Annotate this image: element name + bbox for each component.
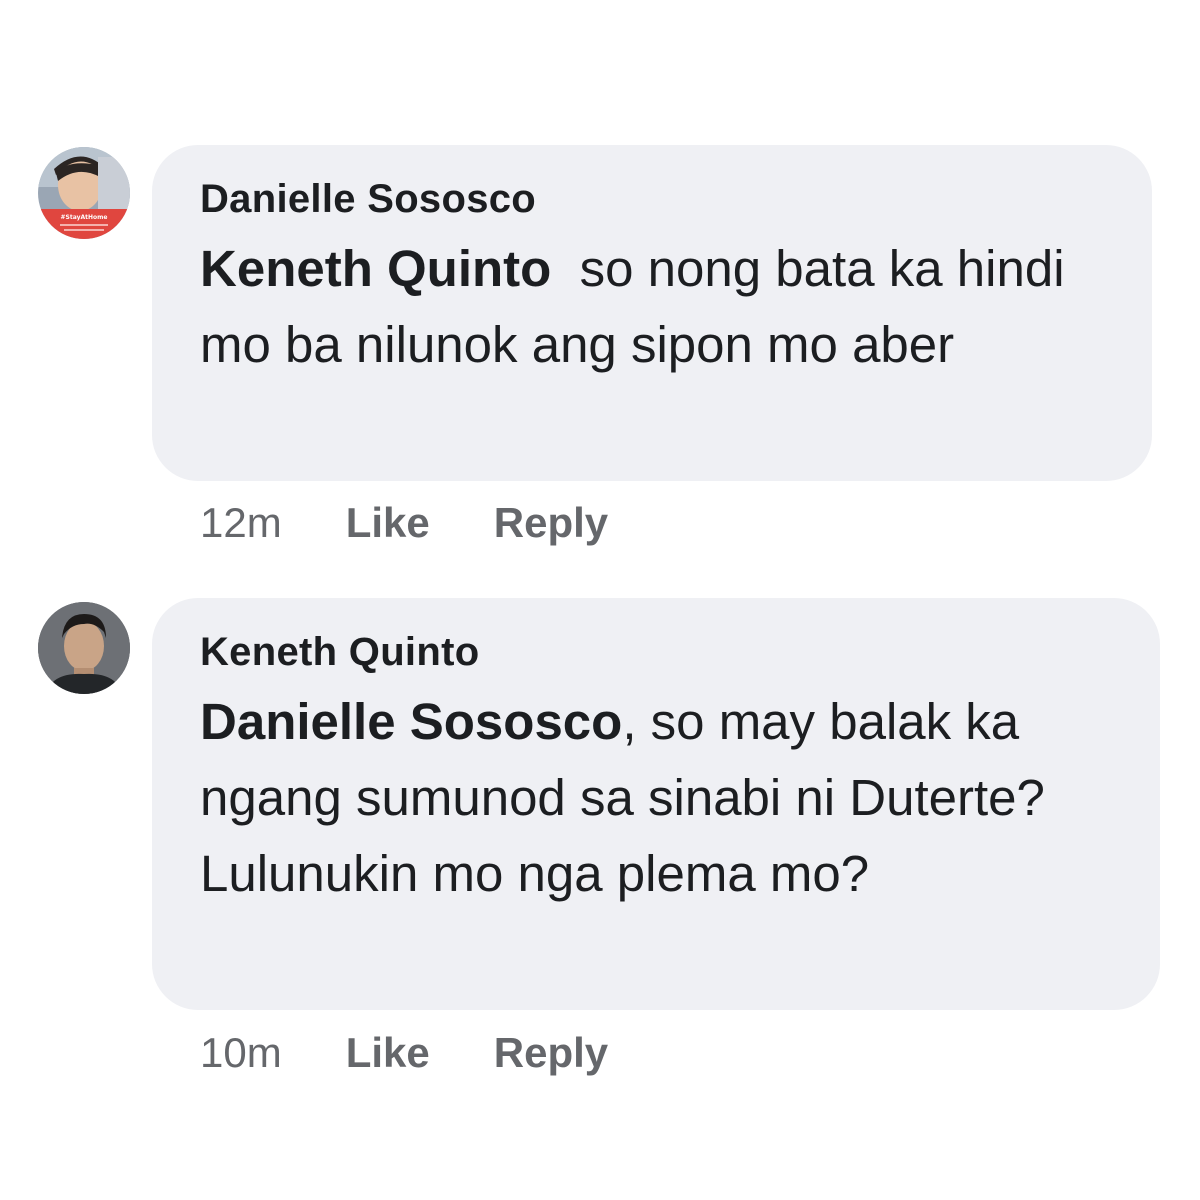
timestamp[interactable]: 12m (200, 498, 282, 548)
comment-actions: 10m Like Reply (200, 1028, 672, 1078)
timestamp[interactable]: 10m (200, 1028, 282, 1078)
comment-author[interactable]: Keneth Quinto (200, 628, 1120, 676)
avatar[interactable] (38, 602, 130, 694)
reply-button[interactable]: Reply (494, 1028, 608, 1078)
avatar[interactable]: #StayAtHome (38, 147, 130, 239)
comment-author[interactable]: Danielle Sososco (200, 175, 1112, 223)
mention-link[interactable]: Keneth Quinto (200, 240, 551, 297)
profile-photo-icon: #StayAtHome (38, 147, 130, 239)
like-button[interactable]: Like (346, 1028, 430, 1078)
comment-text: Keneth Quinto so nong bata ka hindi mo b… (200, 231, 1112, 383)
avatar-badge-text: #StayAtHome (61, 214, 108, 221)
comment-bubble[interactable]: Danielle Sososco Keneth Quinto so nong b… (152, 145, 1152, 481)
like-button[interactable]: Like (346, 498, 430, 548)
comment-actions: 12m Like Reply (200, 498, 672, 548)
reply-button[interactable]: Reply (494, 498, 608, 548)
comment-text: Danielle Sososco, so may balak ka ngang … (200, 684, 1120, 912)
comment-bubble[interactable]: Keneth Quinto Danielle Sososco, so may b… (152, 598, 1160, 1010)
mention-link[interactable]: Danielle Sososco (200, 693, 622, 750)
profile-photo-icon (38, 602, 130, 694)
